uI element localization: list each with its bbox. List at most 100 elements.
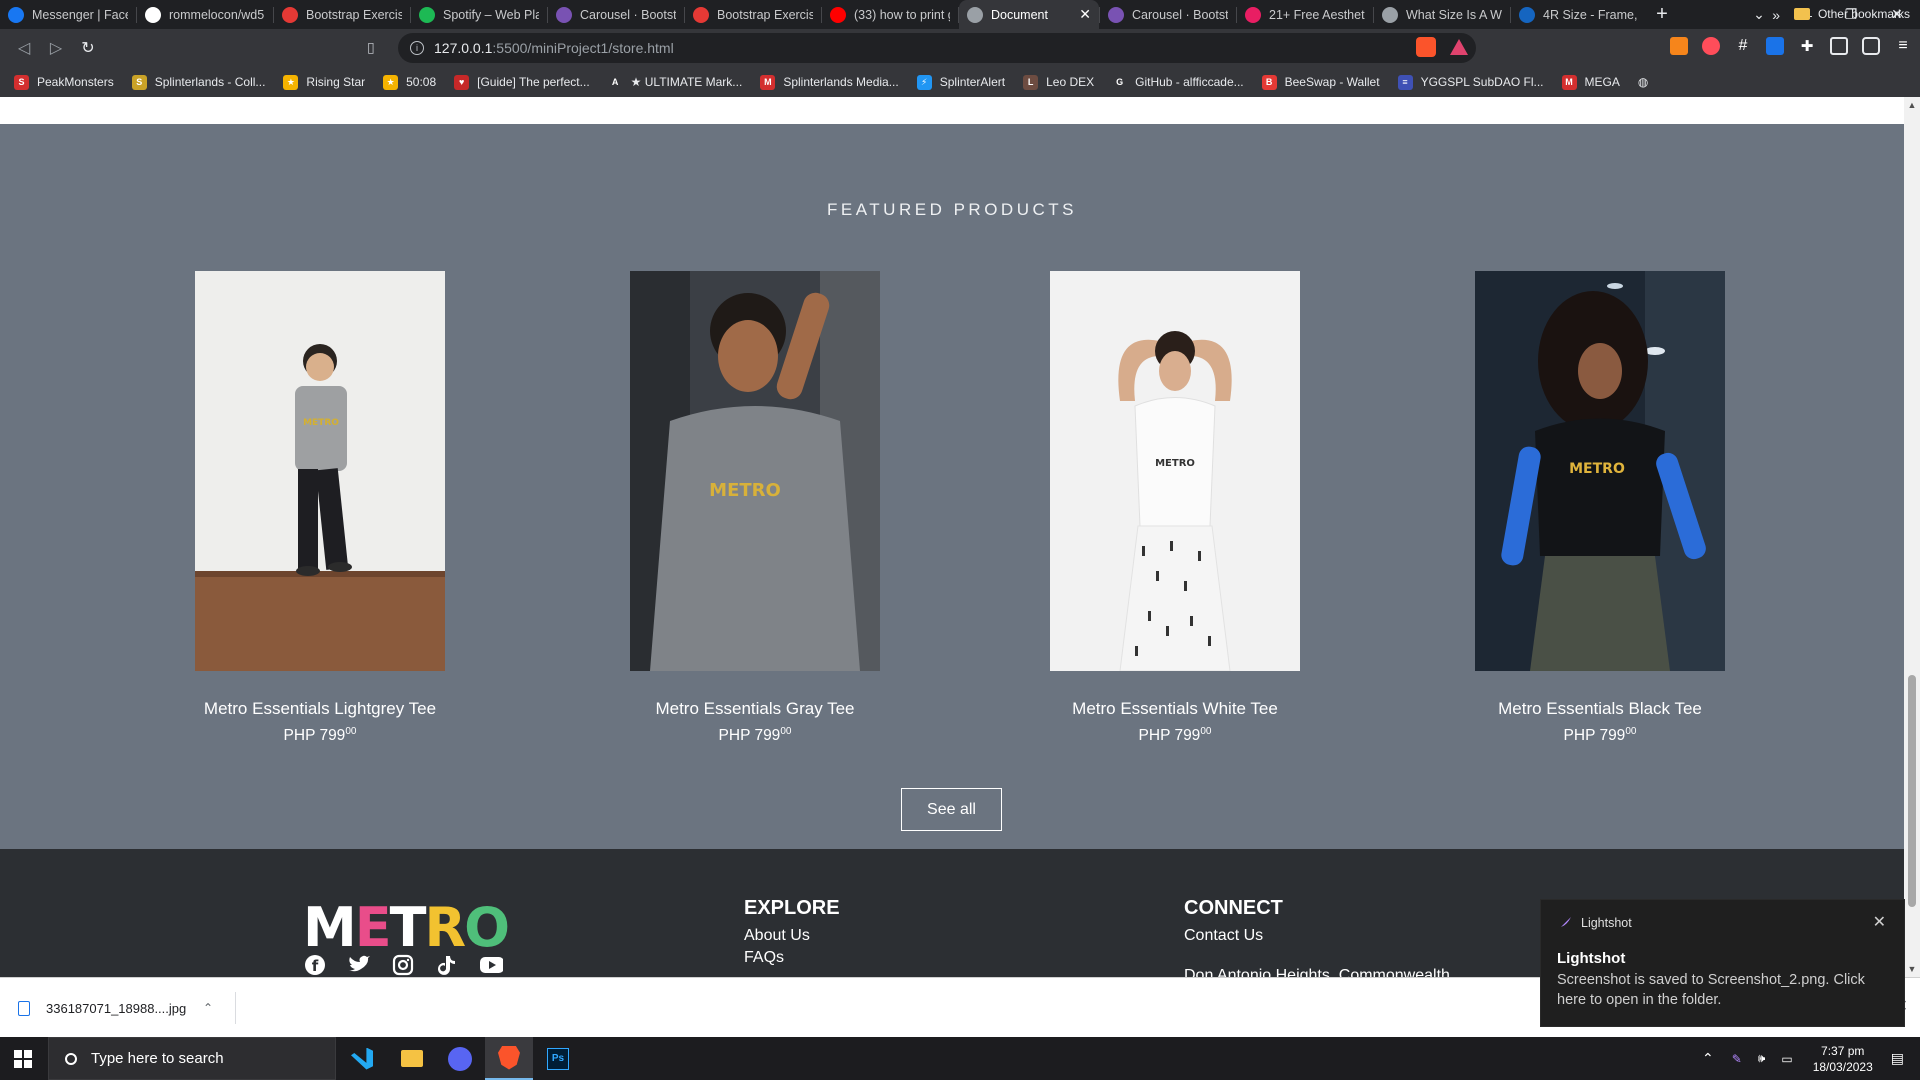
scroll-down-arrow[interactable]: ▼ <box>1904 964 1920 974</box>
about-us-link[interactable]: About Us <box>744 927 810 945</box>
tab-item[interactable]: Spotify – Web Play <box>411 0 547 29</box>
toast-close-icon[interactable]: ✕ <box>1873 912 1886 932</box>
bookmark-item[interactable]: B BeeSwap - Wallet <box>1261 74 1380 90</box>
tab-item[interactable]: rommelocon/wd5 <box>137 0 273 29</box>
product-name[interactable]: Metro Essentials Gray Tee <box>630 699 880 719</box>
product-name[interactable]: Metro Essentials Lightgrey Tee <box>195 699 445 719</box>
bookmark-label: Splinterlands - Coll... <box>154 75 266 89</box>
section-title: FEATURED PRODUCTS <box>827 200 1077 219</box>
brave-rewards-icon[interactable] <box>1450 39 1468 55</box>
product-card[interactable]: METRO Metro Essentials Lightgrey Tee PHP… <box>195 271 445 745</box>
tab-item[interactable]: Messenger | Faceb <box>0 0 136 29</box>
back-button[interactable]: ◁ <box>8 38 40 58</box>
tab-item[interactable]: Bootstrap Exercise <box>685 0 821 29</box>
featured-products-section: FEATURED PRODUCTS METRO Metro Essentials… <box>0 124 1904 849</box>
other-bookmarks[interactable]: Other bookmarks <box>1793 7 1910 21</box>
tab-item[interactable]: (33) how to print g <box>822 0 958 29</box>
product-image[interactable]: METRO <box>1050 271 1300 671</box>
price-cents: 00 <box>1200 726 1212 737</box>
bitwarden-icon[interactable] <box>1766 37 1784 55</box>
bookmark-item[interactable]: M MEGA <box>1561 74 1620 90</box>
twitter-icon[interactable] <box>347 953 371 977</box>
facebook-icon[interactable]: f <box>303 953 327 977</box>
discord-icon[interactable] <box>436 1037 484 1080</box>
metamask-icon[interactable] <box>1670 37 1688 55</box>
tab-item[interactable]: 21+ Free Aesthetic <box>1237 0 1373 29</box>
product-card[interactable]: METRO Metro Essentials Black Tee PHP 799… <box>1475 271 1725 745</box>
see-all-button[interactable]: See all <box>901 788 1002 831</box>
bookmark-item[interactable]: ★ 50:08 <box>383 74 436 90</box>
product-image[interactable]: METRO <box>630 271 880 671</box>
forward-button[interactable]: ▷ <box>40 38 72 58</box>
bookmark-item[interactable]: A ★ ULTIMATE Mark... <box>608 75 742 90</box>
tab-label: Document <box>991 7 1048 22</box>
faqs-link[interactable]: FAQs <box>744 949 784 967</box>
photoshop-icon[interactable]: Ps <box>534 1037 582 1080</box>
metro-logo[interactable]: METRO <box>303 896 510 959</box>
bookmark-item[interactable]: ♥ [Guide] The perfect... <box>454 74 590 90</box>
sidebar-icon[interactable] <box>1830 37 1848 55</box>
tab-item[interactable]: Bootstrap Exercise <box>274 0 410 29</box>
hashtag-icon[interactable]: # <box>1734 37 1752 55</box>
vscode-icon[interactable] <box>338 1037 386 1080</box>
tab-item[interactable]: 4R Size - Frame, Pi <box>1511 0 1647 29</box>
tab-item[interactable]: What Size Is A Wal <box>1374 0 1510 29</box>
product-card[interactable]: METRO Metro Essentials White Tee PHP 799… <box>1050 271 1300 745</box>
bookmark-item[interactable]: S PeakMonsters <box>14 74 114 90</box>
menu-icon[interactable]: ≡ <box>1894 37 1912 55</box>
close-tab-icon[interactable]: ✕ <box>1079 6 1091 23</box>
contact-us-link[interactable]: Contact Us <box>1184 927 1263 945</box>
taskbar-search[interactable]: Type here to search <box>48 1037 336 1080</box>
volume-icon[interactable]: 🕪 <box>1758 1051 1766 1066</box>
globe-icon[interactable]: ◍ <box>1638 75 1648 89</box>
bookmark-item[interactable]: M Splinterlands Media... <box>760 74 899 90</box>
bookmark-item[interactable]: ≡ YGGSPL SubDAO Fl... <box>1397 74 1544 90</box>
price-value: PHP 799 <box>283 727 346 745</box>
network-icon[interactable]: ▭ <box>1781 1052 1792 1066</box>
tab-item[interactable]: Carousel · Bootstra <box>548 0 684 29</box>
product-image[interactable]: METRO <box>195 271 445 671</box>
youtube-icon[interactable] <box>479 953 503 977</box>
product-card[interactable]: METRO Metro Essentials Gray Tee PHP 7990… <box>630 271 880 745</box>
extensions-puzzle-icon[interactable]: ✚ <box>1798 37 1816 55</box>
tiktok-icon[interactable] <box>435 953 459 977</box>
code-icon <box>1245 6 1261 23</box>
bookmark-item[interactable]: ⚡ SplinterAlert <box>916 74 1005 90</box>
instagram-icon[interactable] <box>391 953 415 977</box>
product-name[interactable]: Metro Essentials White Tee <box>1050 699 1300 719</box>
lightshot-tray-icon[interactable]: ✎ <box>1732 1052 1742 1066</box>
chevron-up-icon[interactable]: ⌃ <box>203 1001 213 1015</box>
tab-item[interactable]: Carousel · Bootstra <box>1100 0 1236 29</box>
lightshot-notification[interactable]: Lightshot ✕ Lightshot Screenshot is save… <box>1540 899 1905 1027</box>
scrollbar-thumb[interactable] <box>1908 675 1916 907</box>
tab-active[interactable]: Document ✕ <box>959 0 1099 29</box>
keychain-icon[interactable] <box>1702 37 1720 55</box>
clock-time: 7:37 pm <box>1821 1043 1865 1058</box>
wallet-icon[interactable] <box>1862 37 1880 55</box>
bookmark-item[interactable]: G GitHub - alfficcade... <box>1112 75 1244 90</box>
product-name[interactable]: Metro Essentials Black Tee <box>1475 699 1725 719</box>
new-tab-button[interactable]: + <box>1647 3 1677 26</box>
product-image[interactable]: METRO <box>1475 271 1725 671</box>
bookmark-item[interactable]: ★ Rising Star <box>283 74 365 90</box>
reload-button[interactable]: ↻ <box>72 38 104 58</box>
brave-shields-icon[interactable] <box>1416 37 1436 57</box>
github-icon <box>145 6 161 23</box>
bookmarks-overflow-button[interactable]: » <box>1772 7 1780 23</box>
windows-start-icon[interactable] <box>14 1050 32 1068</box>
scroll-up-arrow[interactable]: ▲ <box>1904 100 1920 110</box>
page-scrollbar[interactable]: ▲ ▼ <box>1904 97 1920 977</box>
bookmark-icon[interactable]: ▯ <box>367 39 375 56</box>
notifications-icon[interactable]: ▤ <box>1891 1050 1904 1067</box>
bookmark-favicon-icon: ≡ <box>1397 74 1413 90</box>
toast-app-name: Lightshot <box>1581 916 1632 930</box>
site-info-icon[interactable]: i <box>410 41 424 55</box>
bookmark-item[interactable]: L Leo DEX <box>1023 74 1094 90</box>
clock[interactable]: 7:37 pm 18/03/2023 <box>1813 1043 1873 1075</box>
bookmark-item[interactable]: S Splinterlands - Coll... <box>131 74 266 90</box>
file-explorer-icon[interactable] <box>388 1037 436 1080</box>
chevron-up-icon[interactable]: ⌃ <box>1702 1050 1714 1067</box>
download-item[interactable]: 336187071_18988....jpg ⌃ <box>18 992 236 1024</box>
brave-browser-icon[interactable] <box>485 1037 533 1080</box>
address-bar[interactable]: i 127.0.0.1 :5500/miniProject1/store.htm… <box>398 33 1476 63</box>
